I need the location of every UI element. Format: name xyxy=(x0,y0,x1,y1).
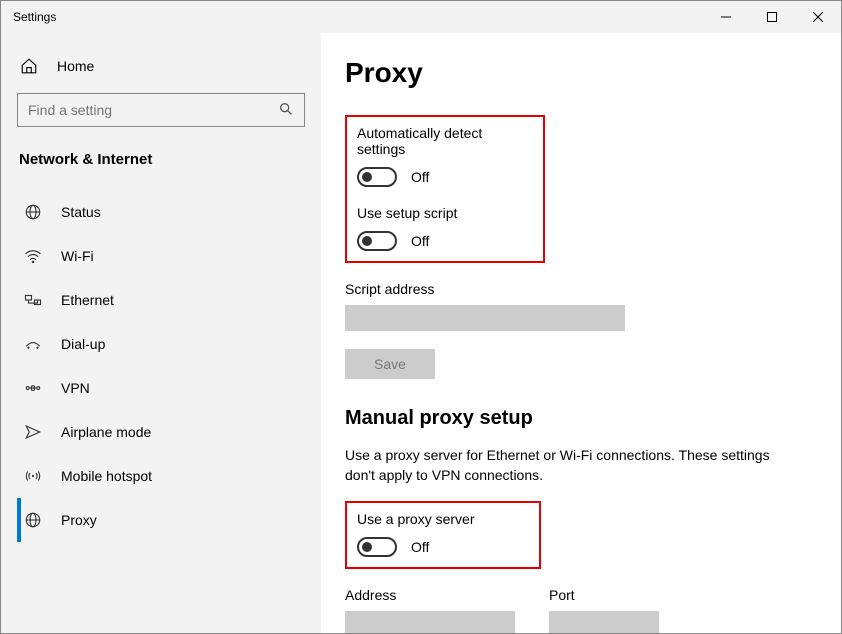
maximize-icon xyxy=(767,12,777,22)
toggle-knob xyxy=(362,236,372,246)
dialup-icon xyxy=(23,337,43,351)
airplane-icon xyxy=(23,423,43,441)
address-port-row: Address Port xyxy=(345,583,817,633)
auto-detect-toggle-row: Off xyxy=(357,167,533,187)
nav-item-ethernet[interactable]: Ethernet xyxy=(17,278,305,322)
auto-detect-toggle[interactable] xyxy=(357,167,397,187)
address-input xyxy=(345,611,515,633)
toggle-knob xyxy=(362,542,372,552)
minimize-button[interactable] xyxy=(703,1,749,33)
settings-window: Settings Home xyxy=(0,0,842,634)
highlight-manual-section: Use a proxy server Off xyxy=(345,501,541,569)
port-col: Port xyxy=(549,583,659,633)
nav-home[interactable]: Home xyxy=(17,51,305,93)
nav-item-proxy[interactable]: Proxy xyxy=(17,498,305,542)
search-input[interactable] xyxy=(28,102,278,118)
nav-item-label: Mobile hotspot xyxy=(61,468,152,484)
address-col: Address xyxy=(345,583,515,633)
address-label: Address xyxy=(345,587,515,603)
script-address-input xyxy=(345,305,625,331)
nav-item-hotspot[interactable]: Mobile hotspot xyxy=(17,454,305,498)
nav-item-label: Status xyxy=(61,204,101,220)
setup-script-toggle[interactable] xyxy=(357,231,397,251)
nav-item-label: Airplane mode xyxy=(61,424,151,440)
nav-item-label: Proxy xyxy=(61,512,97,528)
sidebar: Home Network & Internet Status xyxy=(1,33,321,633)
use-proxy-status: Off xyxy=(411,539,429,555)
nav-item-label: Dial-up xyxy=(61,336,105,352)
proxy-icon xyxy=(23,511,43,529)
titlebar: Settings xyxy=(1,1,841,33)
close-button[interactable] xyxy=(795,1,841,33)
script-address-label: Script address xyxy=(345,281,817,297)
nav-item-dialup[interactable]: Dial-up xyxy=(17,322,305,366)
highlight-auto-section: Automatically detect settings Off Use se… xyxy=(345,115,545,263)
nav-item-label: Wi-Fi xyxy=(61,248,94,264)
setup-script-toggle-row: Off xyxy=(357,231,533,251)
ethernet-icon xyxy=(23,293,43,307)
setup-script-status: Off xyxy=(411,233,429,249)
nav-home-label: Home xyxy=(57,58,94,74)
nav-list: Status Wi-Fi Ethernet xyxy=(17,190,305,542)
auto-detect-status: Off xyxy=(411,169,429,185)
setup-script-label: Use setup script xyxy=(357,205,533,221)
page-title: Proxy xyxy=(345,57,817,89)
maximize-button[interactable] xyxy=(749,1,795,33)
search-box[interactable] xyxy=(17,93,305,127)
port-input xyxy=(549,611,659,633)
nav-item-label: Ethernet xyxy=(61,292,114,308)
wifi-icon xyxy=(23,249,43,263)
sidebar-category: Network & Internet xyxy=(17,151,305,168)
nav-item-status[interactable]: Status xyxy=(17,190,305,234)
window-controls xyxy=(703,1,841,33)
hotspot-icon xyxy=(23,468,43,484)
main-content: Proxy Automatically detect settings Off … xyxy=(321,33,841,633)
nav-item-label: VPN xyxy=(61,380,90,396)
minimize-icon xyxy=(721,12,731,22)
setting-setup-script: Use setup script Off xyxy=(357,205,533,251)
use-proxy-toggle[interactable] xyxy=(357,537,397,557)
status-icon xyxy=(23,203,43,221)
nav-item-wifi[interactable]: Wi-Fi xyxy=(17,234,305,278)
nav-item-airplane[interactable]: Airplane mode xyxy=(17,410,305,454)
window-title: Settings xyxy=(13,10,56,24)
nav-item-vpn[interactable]: VPN xyxy=(17,366,305,410)
manual-section-desc: Use a proxy server for Ethernet or Wi-Fi… xyxy=(345,446,785,485)
search-icon xyxy=(278,101,294,120)
home-icon xyxy=(19,57,39,75)
toggle-knob xyxy=(362,172,372,182)
use-proxy-toggle-row: Off xyxy=(357,537,529,557)
vpn-icon xyxy=(23,381,43,395)
port-label: Port xyxy=(549,587,659,603)
window-body: Home Network & Internet Status xyxy=(1,33,841,633)
close-icon xyxy=(813,12,823,22)
setting-auto-detect: Automatically detect settings Off xyxy=(357,125,533,187)
auto-detect-label: Automatically detect settings xyxy=(357,125,533,157)
use-proxy-label: Use a proxy server xyxy=(357,511,529,527)
setting-use-proxy: Use a proxy server Off xyxy=(357,511,529,557)
save-button: Save xyxy=(345,349,435,379)
manual-section-title: Manual proxy setup xyxy=(345,407,817,430)
